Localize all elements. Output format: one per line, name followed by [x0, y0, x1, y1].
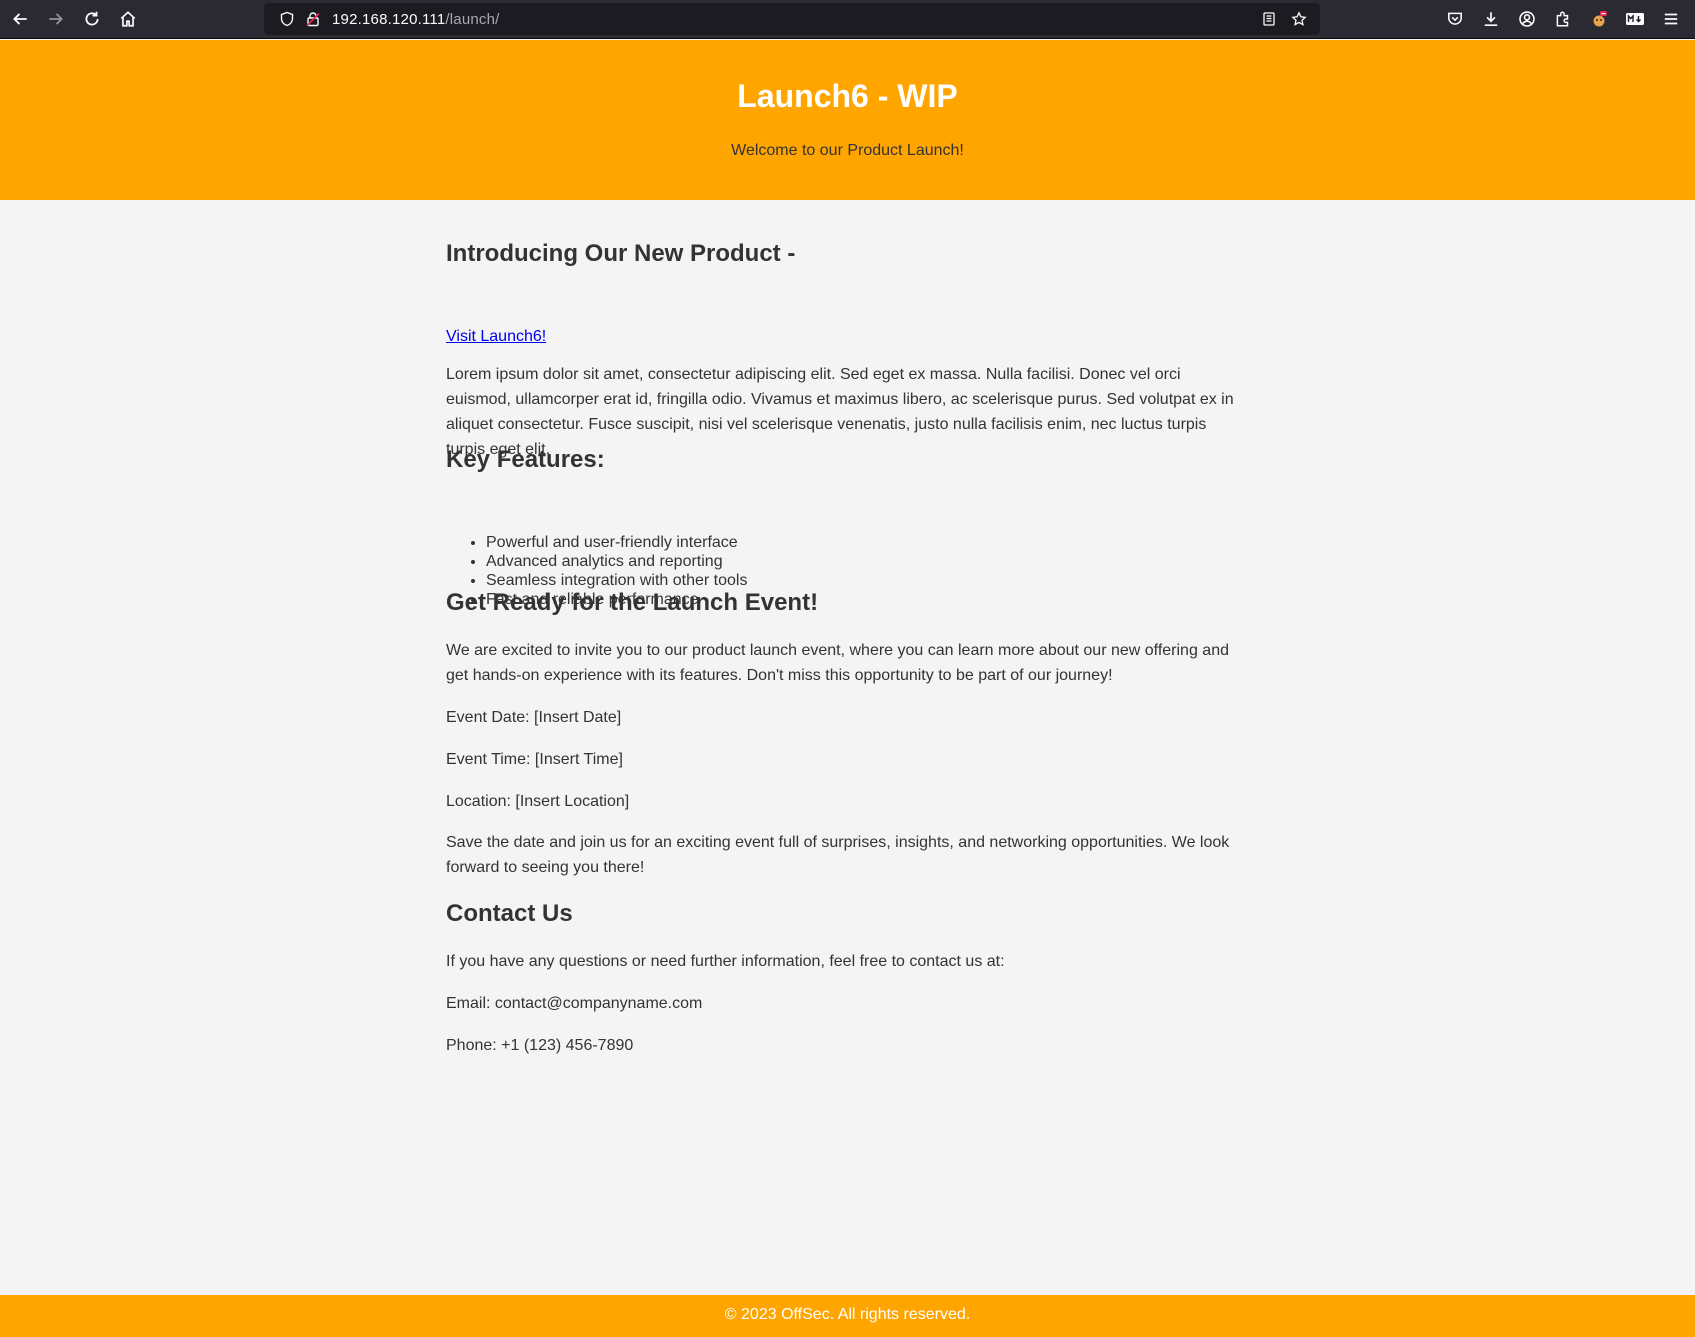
intro-heading: Introducing Our New Product - [446, 240, 796, 267]
feature-item: Seamless integration with other tools [486, 571, 747, 590]
url-bar[interactable]: 192.168.120.111/launch/ [264, 3, 1320, 35]
event-date: Event Date: [Insert Date] [446, 709, 622, 726]
feature-item: Powerful and user-friendly interface [486, 533, 747, 552]
features-heading: Key Features: [446, 446, 605, 473]
contact-email: Email: contact@companyname.com [446, 995, 703, 1012]
download-icon[interactable] [1473, 3, 1509, 35]
feature-item: Advanced analytics and reporting [486, 552, 747, 571]
forward-arrow-icon[interactable] [38, 3, 74, 35]
account-icon[interactable] [1509, 3, 1545, 35]
home-icon[interactable] [110, 3, 146, 35]
footer-copyright: © 2023 OffSec. All rights reserved. [724, 1306, 971, 1323]
contact-heading: Contact Us [446, 900, 573, 927]
bookmark-star-icon[interactable] [1284, 3, 1314, 35]
url-host: 192.168.120.111 [332, 10, 446, 28]
nav-buttons [2, 3, 146, 35]
tracking-protection-shield-icon[interactable] [274, 3, 300, 35]
reader-view-icon[interactable] [1254, 3, 1284, 35]
event-heading: Get Ready for the Launch Event! [446, 589, 819, 616]
visit-launch6-link[interactable]: Visit Launch6! [446, 328, 546, 345]
hamburger-menu-icon[interactable] [1653, 3, 1689, 35]
page-title: Launch6 - WIP [737, 78, 958, 114]
browser-toolbar: 192.168.120.111/launch/ [0, 0, 1695, 39]
event-time: Event Time: [Insert Time] [446, 751, 623, 768]
pocket-icon[interactable] [1437, 3, 1473, 35]
event-closing: Save the date and join us for an excitin… [446, 834, 1230, 876]
event-invite: We are excited to invite you to our prod… [446, 642, 1229, 684]
contact-phone: Phone: +1 (123) 456-7890 [446, 1037, 634, 1054]
url-text[interactable]: 192.168.120.111/launch/ [332, 11, 500, 28]
site-footer: © 2023 OffSec. All rights reserved. [0, 1295, 1695, 1337]
extension-icon[interactable] [1581, 3, 1617, 35]
page-tagline: Welcome to our Product Launch! [731, 142, 964, 159]
reload-icon[interactable] [74, 3, 110, 35]
web-page: Launch6 - WIP Welcome to our Product Lau… [0, 40, 1695, 1337]
insecure-lock-icon[interactable] [300, 3, 326, 35]
extensions-puzzle-icon[interactable] [1545, 3, 1581, 35]
back-arrow-icon[interactable] [2, 3, 38, 35]
site-header: Launch6 - WIP Welcome to our Product Lau… [0, 40, 1695, 200]
url-path: /launch/ [445, 10, 500, 28]
contact-intro: If you have any questions or need furthe… [446, 953, 1005, 970]
event-location: Location: [Insert Location] [446, 793, 630, 810]
toolbar-right-buttons [1437, 3, 1689, 35]
markdown-extension-icon[interactable] [1617, 3, 1653, 35]
